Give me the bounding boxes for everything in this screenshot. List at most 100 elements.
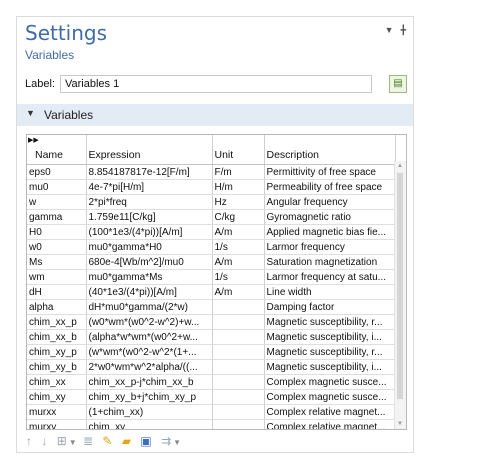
table-row[interactable]: w0 mu0*gamma*H0 1/s Larmor frequency (27, 239, 396, 255)
insert-menu-arrow-icon[interactable]: ▼ (69, 438, 77, 447)
menu-arrow-icon[interactable]: ▼ (385, 25, 394, 35)
cell-name[interactable]: gamma (27, 209, 87, 225)
table-row[interactable]: murxx (1+chim_xx) Complex relative magnet.… (27, 404, 396, 420)
cell-unit[interactable]: A/m (212, 284, 265, 300)
table-row[interactable]: chim_xx_b (alpha*w*wm*(w0^2+w... Magnetic … (27, 329, 396, 345)
cell-unit[interactable] (212, 359, 265, 375)
variables-section-header[interactable]: ▼ Variables (17, 104, 413, 126)
table-row[interactable]: dH (40*1e3/(4*pi))[A/m] A/m Line width (27, 284, 396, 300)
cell-description[interactable]: Applied magnetic bias fie... (264, 224, 396, 240)
cell-expression[interactable]: chim_xy_b+j*chim_xy_p (86, 389, 213, 405)
cell-description[interactable]: Complex magnetic susce... (264, 389, 396, 405)
cell-name[interactable]: w0 (27, 239, 87, 255)
cell-expression[interactable]: 2*pi*freq (86, 194, 213, 210)
cell-unit[interactable] (212, 344, 265, 360)
cell-name[interactable]: chim_xx (27, 374, 87, 390)
cell-name[interactable]: chim_xx_b (27, 329, 87, 345)
open-file-icon[interactable]: ▰ (122, 434, 131, 448)
cell-description[interactable]: Magnetic susceptibility, r... (264, 344, 396, 360)
cell-description[interactable]: Permittivity of free space (264, 164, 396, 180)
cell-description[interactable]: Gyromagnetic ratio (264, 209, 396, 225)
table-row[interactable]: wm mu0*gamma*Ms 1/s Larmor frequency at sat… (27, 269, 396, 285)
cell-name[interactable]: wm (27, 269, 87, 285)
cell-expression[interactable]: mu0*gamma*H0 (86, 239, 213, 255)
cell-description[interactable]: Line width (264, 284, 396, 300)
cell-unit[interactable]: 1/s (212, 269, 265, 285)
cell-description[interactable]: Complex magnetic susce... (264, 374, 396, 390)
table-row[interactable]: w 2*pi*freq Hz Angular frequency (27, 194, 396, 210)
cell-description[interactable]: Angular frequency (264, 194, 396, 210)
cell-description[interactable]: Damping factor (264, 299, 396, 315)
cell-name[interactable]: chim_xx_p (27, 314, 87, 330)
cell-unit[interactable]: A/m (212, 224, 265, 240)
vertical-scrollbar[interactable]: ▲ ▼ (394, 161, 406, 429)
column-header-description[interactable]: Description (264, 135, 396, 165)
cell-expression[interactable]: (100*1e3/(4*pi))[A/m] (86, 224, 213, 240)
scroll-down-icon[interactable]: ▼ (397, 421, 403, 427)
cell-name[interactable]: Ms (27, 254, 87, 270)
pin-icon[interactable]: ╋ (401, 25, 406, 35)
cell-expression[interactable]: mu0*gamma*Ms (86, 269, 213, 285)
cell-expression[interactable]: 1.759e11[C/kg] (86, 209, 213, 225)
cell-unit[interactable] (212, 419, 265, 429)
move-up-icon[interactable]: ↑ (26, 434, 32, 448)
cell-unit[interactable]: A/m (212, 254, 265, 270)
cell-unit[interactable]: Hz (212, 194, 265, 210)
cell-expression[interactable]: 4e-7*pi[H/m] (86, 179, 213, 195)
cell-unit[interactable] (212, 329, 265, 345)
cell-description[interactable]: Permeability of free space (264, 179, 396, 195)
cell-description[interactable]: Larmor frequency (264, 239, 396, 255)
cell-name[interactable]: chim_xy_b (27, 359, 87, 375)
cell-expression[interactable]: chim_xx_p-j*chim_xx_b (86, 374, 213, 390)
edit-icon[interactable]: ✎ (102, 434, 112, 448)
table-row[interactable]: chim_xy chim_xy_b+j*chim_xy_p Complex magn… (27, 389, 396, 405)
table-row[interactable]: chim_xx chim_xx_p-j*chim_xx_b Complex magn… (27, 374, 396, 390)
cell-description[interactable]: Magnetic susceptibility, i... (264, 329, 396, 345)
label-input[interactable]: Variables 1 (60, 75, 372, 93)
export-menu-arrow-icon[interactable]: ▼ (173, 438, 181, 447)
cell-unit[interactable] (212, 374, 265, 390)
identity-button[interactable]: ▤ (389, 75, 407, 93)
corner-arrow-icon[interactable]: ▶▶ (28, 136, 39, 144)
cell-description[interactable]: Magnetic susceptibility, r... (264, 314, 396, 330)
cell-name[interactable]: chim_xy (27, 389, 87, 405)
scroll-up-icon[interactable]: ▲ (397, 163, 403, 169)
cell-description[interactable]: Saturation magnetization (264, 254, 396, 270)
table-row[interactable]: mu0 4e-7*pi[H/m] H/m Permeability of free s… (27, 179, 396, 195)
cell-expression[interactable]: 680e-4[Wb/m^2]/mu0 (86, 254, 213, 270)
collapse-arrow-icon[interactable]: ▼ (26, 108, 35, 118)
cell-unit[interactable]: C/kg (212, 209, 265, 225)
cell-expression[interactable]: (alpha*w*wm*(w0^2+w... (86, 329, 213, 345)
column-header-unit[interactable]: Unit (212, 135, 265, 165)
cell-name[interactable]: w (27, 194, 87, 210)
cell-unit[interactable]: H/m (212, 179, 265, 195)
table-row[interactable]: gamma 1.759e11[C/kg] C/kg Gyromagnetic rati… (27, 209, 396, 225)
cell-description[interactable]: Larmor frequency at satu... (264, 269, 396, 285)
insert-icon[interactable]: ⊞ (57, 434, 67, 448)
export-icon[interactable]: ⇉ (161, 434, 171, 448)
cell-expression[interactable]: 8.854187817e-12[F/m] (86, 164, 213, 180)
cell-name[interactable]: murxy (27, 419, 87, 429)
cell-unit[interactable] (212, 299, 265, 315)
cell-expression[interactable]: (40*1e3/(4*pi))[A/m] (86, 284, 213, 300)
cell-expression[interactable]: (w0*wm*(w0^2-w^2)+w... (86, 314, 213, 330)
table-row[interactable]: murxy chim_xy Complex relative magnet... (27, 419, 396, 429)
cell-description[interactable]: Complex relative magnet... (264, 404, 396, 420)
table-row[interactable]: chim_xy_p (w*wm*(w0^2-w^2*(1+... Magnetic … (27, 344, 396, 360)
cell-expression[interactable]: dH*mu0*gamma/(2*w) (86, 299, 213, 315)
save-icon[interactable]: ▣ (140, 434, 151, 448)
clear-icon[interactable]: ≣ (83, 434, 93, 448)
cell-unit[interactable]: F/m (212, 164, 265, 180)
cell-expression[interactable]: (w*wm*(w0^2-w^2*(1+... (86, 344, 213, 360)
table-row[interactable]: Ms 680e-4[Wb/m^2]/mu0 A/m Saturation magnet… (27, 254, 396, 270)
cell-unit[interactable] (212, 389, 265, 405)
table-row[interactable]: chim_xy_b 2*w0*wm*w^2*alpha/((... Magnetic… (27, 359, 396, 375)
cell-name[interactable]: murxx (27, 404, 87, 420)
cell-expression[interactable]: 2*w0*wm*w^2*alpha/((... (86, 359, 213, 375)
table-row[interactable]: chim_xx_p (w0*wm*(w0^2-w^2)+w... Magnetic … (27, 314, 396, 330)
cell-name[interactable]: eps0 (27, 164, 87, 180)
cell-name[interactable]: dH (27, 284, 87, 300)
cell-expression[interactable]: (1+chim_xx) (86, 404, 213, 420)
cell-expression[interactable]: chim_xy (86, 419, 213, 429)
cell-unit[interactable] (212, 404, 265, 420)
